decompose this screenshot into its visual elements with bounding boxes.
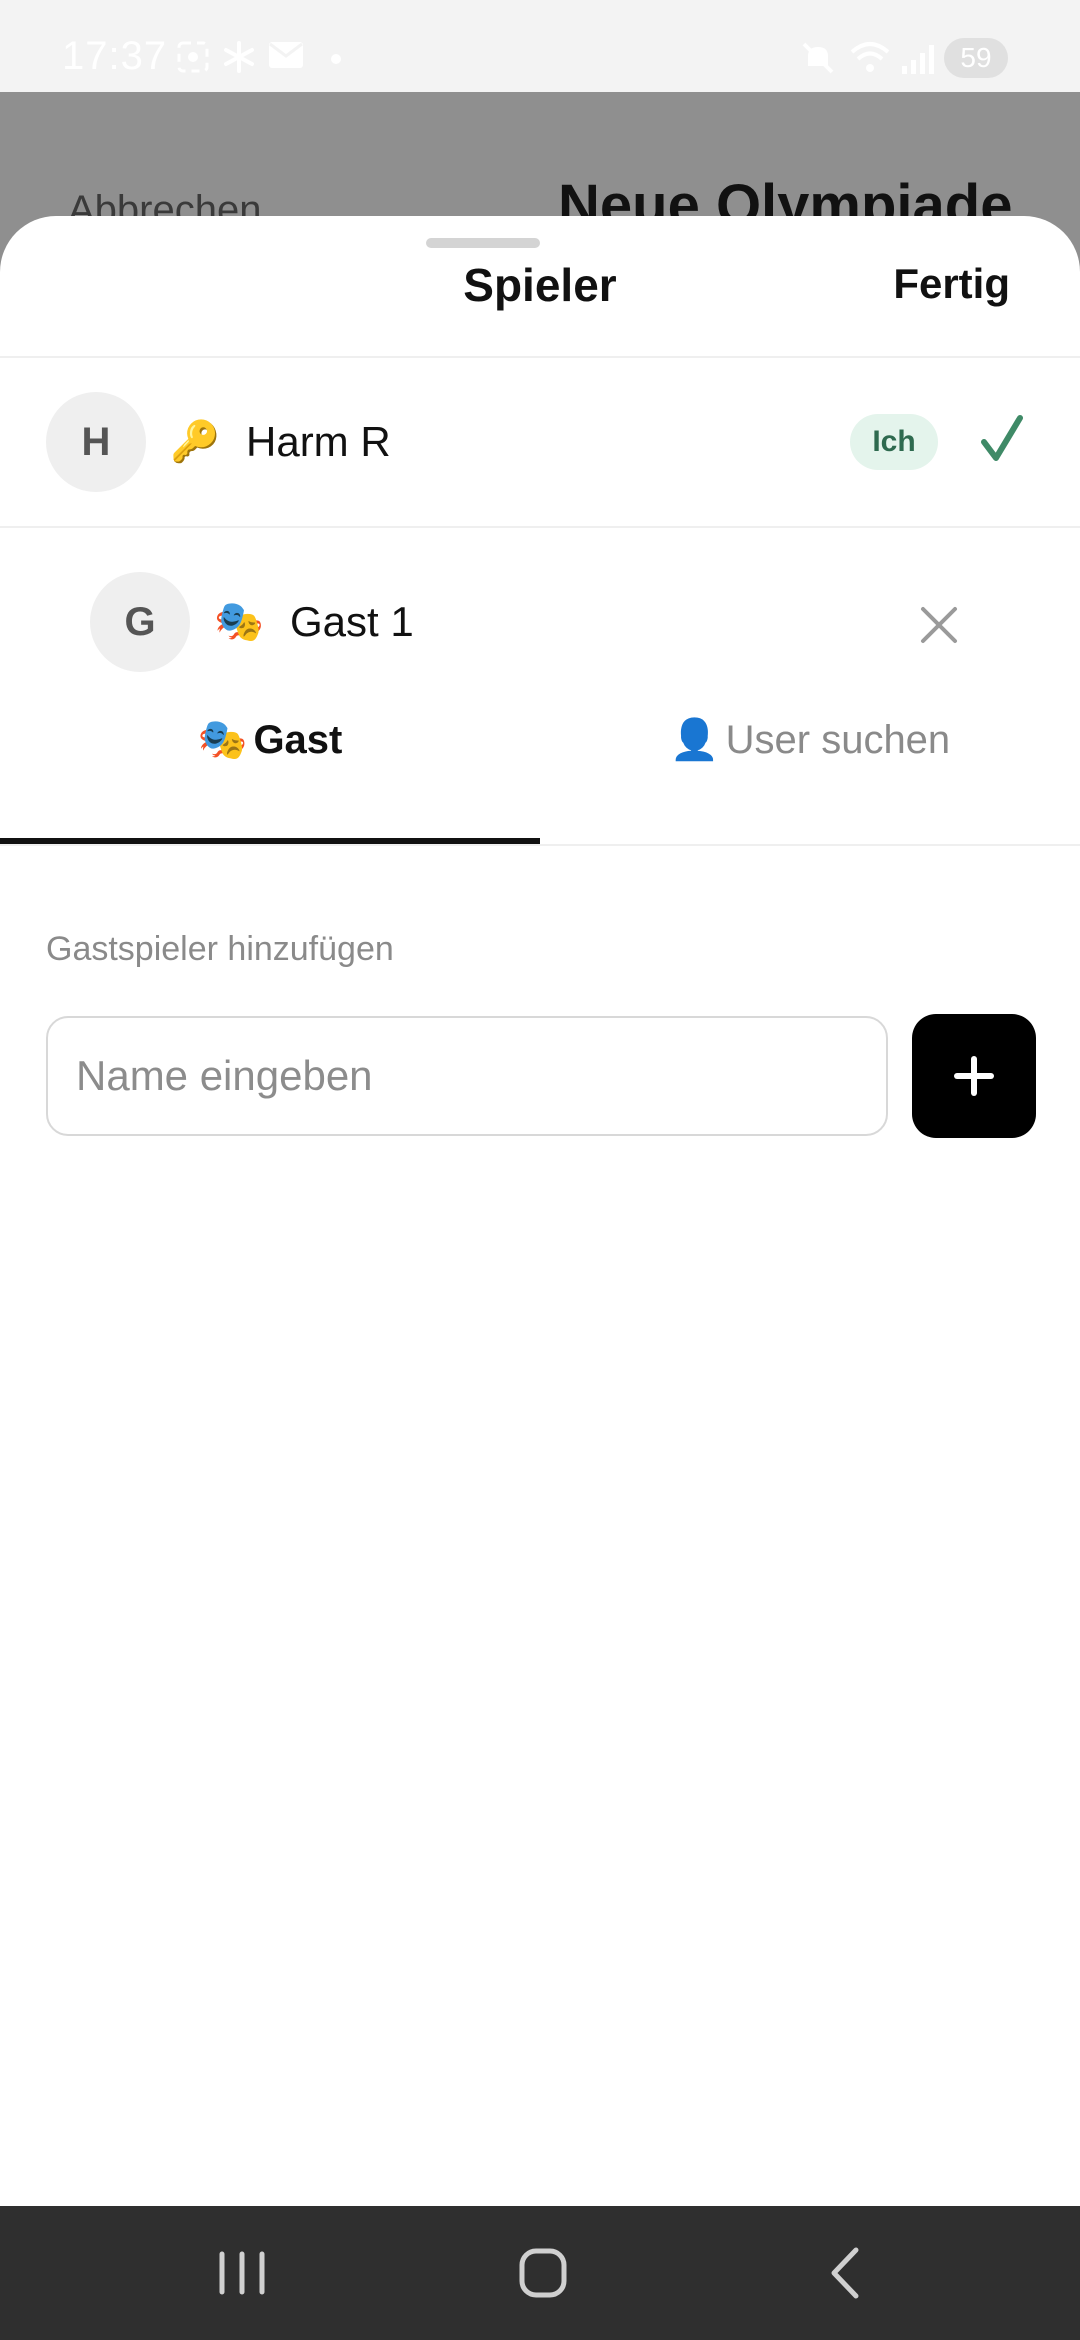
mail-icon [268, 40, 304, 75]
avatar: H [46, 392, 146, 492]
home-icon[interactable] [508, 2238, 578, 2313]
checkmark-icon [980, 414, 1024, 469]
battery-indicator: 59 [944, 38, 1008, 78]
recent-apps-icon[interactable] [212, 2238, 272, 2313]
key-icon: 🔑 [170, 420, 220, 464]
drag-handle[interactable] [426, 238, 540, 248]
tab-search-user[interactable]: 👤 User suchen [540, 716, 1080, 802]
add-guest-button[interactable] [912, 1014, 1036, 1138]
theater-masks-icon: 🎭 [197, 718, 248, 762]
status-bar: 17:37 59 [0, 0, 1080, 92]
players-sheet: Spieler Fertig H 🔑 Harm R Ich G 🎭 Gast 1… [0, 216, 1080, 2206]
user-icon: 👤 [669, 718, 720, 762]
fan-icon [222, 40, 256, 79]
system-nav-bar [0, 2206, 1080, 2340]
me-badge: Ich [850, 414, 938, 470]
tab-guest[interactable]: 🎭 Gast [0, 716, 540, 802]
screenshot-icon [176, 40, 210, 79]
tab-label: User suchen [725, 718, 951, 762]
plus-icon [954, 1056, 994, 1096]
player-row-me[interactable]: H 🔑 Harm R Ich [0, 358, 1080, 528]
tab-label: Gast [253, 718, 343, 762]
wifi-icon [848, 40, 892, 81]
add-guest-label: Gastspieler hinzufügen [46, 930, 394, 968]
player-name: Gast 1 [290, 598, 414, 645]
guest-name-input[interactable] [46, 1016, 888, 1136]
avatar: G [90, 572, 190, 672]
done-button[interactable]: Fertig [893, 260, 1010, 308]
back-icon[interactable] [816, 2238, 876, 2313]
player-row-guest[interactable]: G 🎭 Gast 1 [0, 528, 1080, 698]
player-name: Harm R [246, 418, 391, 465]
dot-icon [330, 52, 342, 70]
theater-masks-icon: 🎭 [214, 600, 264, 644]
signal-icon [900, 40, 936, 81]
status-time: 17:37 [62, 34, 168, 78]
divider [0, 844, 1080, 846]
mute-icon [800, 40, 836, 81]
close-icon[interactable] [920, 606, 958, 649]
